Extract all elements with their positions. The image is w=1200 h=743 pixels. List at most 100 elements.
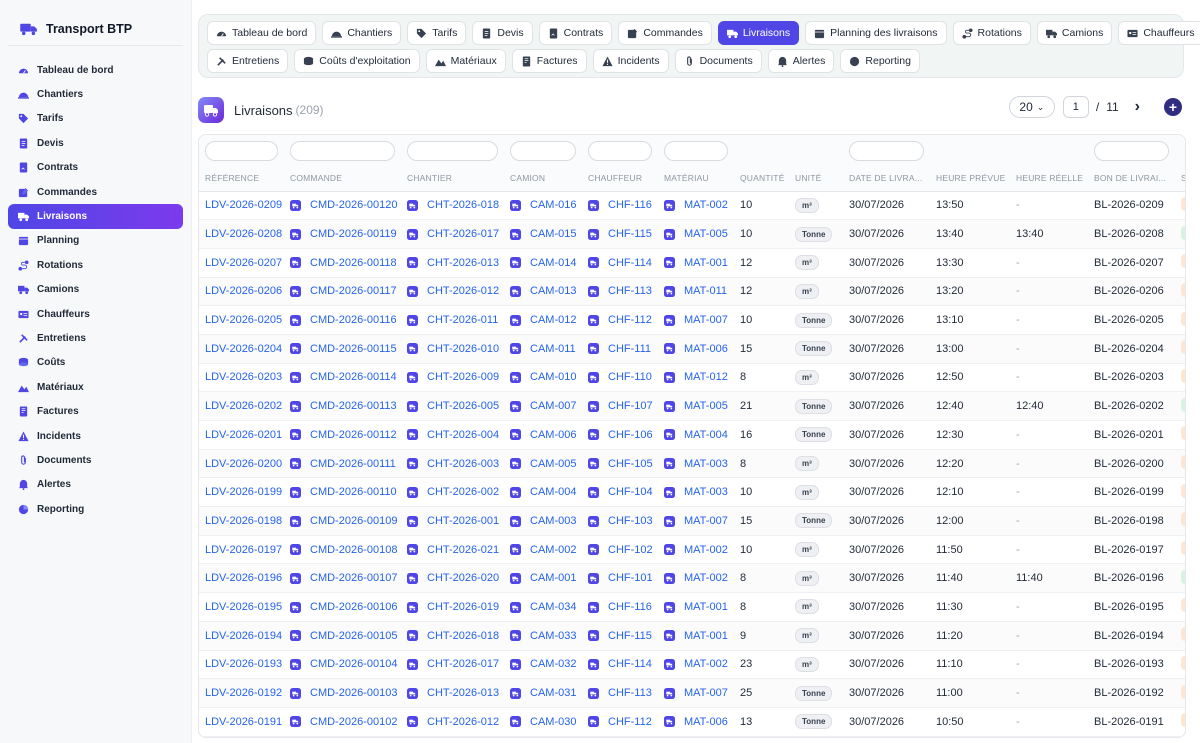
column-filter-input[interactable]	[205, 141, 278, 161]
record-link[interactable]: CAM-033	[530, 630, 576, 642]
record-link[interactable]: LDV-2026-0194	[205, 630, 282, 642]
column-header[interactable]: CAMION	[504, 165, 582, 192]
record-link[interactable]: CHF-114	[608, 658, 652, 670]
record-link[interactable]: CAM-032	[530, 658, 576, 670]
record-link[interactable]: LDV-2026-0203	[205, 371, 282, 383]
record-link[interactable]: CHT-2026-009	[427, 371, 499, 383]
tab-commandes[interactable]: Commandes	[618, 21, 712, 45]
record-link[interactable]: LDV-2026-0195	[205, 601, 282, 613]
column-header[interactable]: COMMANDE	[284, 165, 401, 192]
tab-entretiens[interactable]: Entretiens	[207, 49, 289, 73]
tab-devis[interactable]: Devis	[472, 21, 533, 45]
record-link[interactable]: CHF-111	[608, 343, 651, 355]
record-link[interactable]: CMD-2026-00116	[310, 314, 397, 326]
column-filter-input[interactable]	[290, 141, 395, 161]
record-link[interactable]: LDV-2026-0193	[205, 658, 282, 670]
table-row[interactable]: LDV-2026-0205 CMD-2026-00116 CHT-2026-011 C…	[199, 305, 1185, 335]
record-link[interactable]: CMD-2026-00104	[310, 658, 397, 670]
record-link[interactable]: LDV-2026-0204	[205, 343, 282, 355]
record-link[interactable]: LDV-2026-0191	[205, 716, 282, 728]
record-link[interactable]: CAM-015	[530, 228, 576, 240]
sidebar-item-livraisons[interactable]: Livraisons	[8, 204, 183, 229]
record-link[interactable]: CMD-2026-00108	[310, 544, 397, 556]
table-row[interactable]: LDV-2026-0207 CMD-2026-00118 CHT-2026-013 C…	[199, 248, 1185, 278]
column-header[interactable]: CHANTIER	[401, 165, 504, 192]
column-header[interactable]: QUANTITÉ	[734, 165, 789, 192]
record-link[interactable]: CAM-034	[530, 601, 576, 613]
sidebar-item-co-ts[interactable]: Coûts	[8, 351, 183, 375]
column-header[interactable]: BON DE LIVRAI...	[1088, 165, 1175, 192]
record-link[interactable]: MAT-007	[684, 314, 728, 326]
record-link[interactable]: CHF-116	[608, 601, 652, 613]
record-link[interactable]: CMD-2026-00103	[310, 687, 397, 699]
table-row[interactable]: LDV-2026-0208 CMD-2026-00119 CHT-2026-017 C…	[199, 219, 1185, 249]
column-header[interactable]: CHAUFFEUR	[582, 165, 658, 192]
record-link[interactable]: CAM-005	[530, 458, 576, 470]
record-link[interactable]: MAT-001	[684, 601, 728, 613]
record-link[interactable]: MAT-011	[684, 285, 727, 297]
record-link[interactable]: CHT-2026-017	[427, 228, 499, 240]
record-link[interactable]: CHF-106	[608, 429, 653, 441]
table-row[interactable]: LDV-2026-0193 CMD-2026-00104 CHT-2026-017 C…	[199, 650, 1185, 680]
sidebar-item-reporting[interactable]: Reporting	[8, 497, 183, 521]
sidebar-item-chauffeurs[interactable]: Chauffeurs	[8, 302, 183, 326]
record-link[interactable]: CMD-2026-00106	[310, 601, 397, 613]
table-row[interactable]: LDV-2026-0195 CMD-2026-00106 CHT-2026-019 C…	[199, 592, 1185, 622]
record-link[interactable]: CHT-2026-017	[427, 658, 499, 670]
table-row[interactable]: LDV-2026-0209 CMD-2026-00120 CHT-2026-018 C…	[199, 191, 1185, 221]
tab-mat-riaux[interactable]: Matériaux	[425, 49, 506, 73]
tab-livraisons[interactable]: Livraisons	[717, 21, 800, 45]
column-header[interactable]: RÉFÉRENCE	[199, 165, 284, 192]
record-link[interactable]: CHF-115	[608, 630, 652, 642]
record-link[interactable]: MAT-002	[684, 544, 728, 556]
tab-contrats[interactable]: Contrats	[538, 21, 613, 45]
record-link[interactable]: CMD-2026-00110	[310, 486, 397, 498]
record-link[interactable]: CHT-2026-013	[427, 257, 499, 269]
record-link[interactable]: MAT-005	[684, 400, 728, 412]
table-row[interactable]: LDV-2026-0199 CMD-2026-00110 CHT-2026-002 C…	[199, 477, 1185, 508]
record-link[interactable]: LDV-2026-0202	[205, 400, 282, 412]
sidebar-item-chantiers[interactable]: Chantiers	[8, 82, 183, 106]
record-link[interactable]: CHF-116	[608, 199, 652, 211]
tab-chantiers[interactable]: Chantiers	[322, 21, 402, 45]
record-link[interactable]: CHT-2026-002	[427, 486, 499, 498]
record-link[interactable]: CHT-2026-011	[427, 314, 498, 326]
tab-incidents[interactable]: Incidents	[592, 49, 669, 73]
record-link[interactable]: CHT-2026-021	[427, 544, 499, 556]
table-row[interactable]: LDV-2026-0197 CMD-2026-00108 CHT-2026-021 C…	[199, 535, 1185, 565]
sidebar-item-incidents[interactable]: Incidents	[8, 424, 183, 448]
record-link[interactable]: CAM-002	[530, 544, 576, 556]
record-link[interactable]: CAM-003	[530, 515, 576, 527]
tab-tableau-de-bord[interactable]: Tableau de bord	[207, 21, 317, 45]
record-link[interactable]: CMD-2026-00115	[310, 343, 397, 355]
record-link[interactable]: LDV-2026-0196	[205, 572, 282, 584]
record-link[interactable]: CHT-2026-012	[427, 285, 499, 297]
record-link[interactable]: CAM-007	[530, 400, 576, 412]
record-link[interactable]: CAM-030	[530, 716, 576, 728]
tab-co-ts-d-exploitation[interactable]: Coûts d'exploitation	[294, 49, 420, 73]
record-link[interactable]: CMD-2026-00107	[310, 572, 397, 584]
record-link[interactable]: LDV-2026-0205	[205, 314, 282, 326]
sidebar-item-devis[interactable]: Devis	[8, 131, 183, 155]
column-filter-input[interactable]	[849, 141, 924, 161]
column-header[interactable]: HEURE PRÉVUE	[930, 165, 1010, 192]
record-link[interactable]: CMD-2026-00112	[310, 429, 397, 441]
record-link[interactable]: CHT-2026-020	[427, 572, 499, 584]
record-link[interactable]: CAM-031	[530, 687, 576, 699]
record-link[interactable]: MAT-001	[684, 257, 728, 269]
record-link[interactable]: MAT-007	[684, 687, 728, 699]
record-link[interactable]: CHT-2026-018	[427, 199, 499, 211]
record-link[interactable]: CHT-2026-018	[427, 630, 499, 642]
record-link[interactable]: CMD-2026-00113	[310, 400, 397, 412]
record-link[interactable]: CMD-2026-00118	[310, 257, 397, 269]
record-link[interactable]: CHT-2026-001	[427, 515, 499, 527]
record-link[interactable]: MAT-002	[684, 199, 728, 211]
record-link[interactable]: CAM-001	[530, 572, 576, 584]
record-link[interactable]: LDV-2026-0198	[205, 515, 282, 527]
record-link[interactable]: CHT-2026-003	[427, 458, 499, 470]
column-header[interactable]: HEURE RÉELLE	[1010, 165, 1088, 192]
record-link[interactable]: LDV-2026-0197	[205, 544, 282, 556]
column-filter-input[interactable]	[510, 141, 576, 161]
sidebar-item-camions[interactable]: Camions	[8, 278, 183, 302]
sidebar-item-tarifs[interactable]: Tarifs	[8, 107, 183, 131]
